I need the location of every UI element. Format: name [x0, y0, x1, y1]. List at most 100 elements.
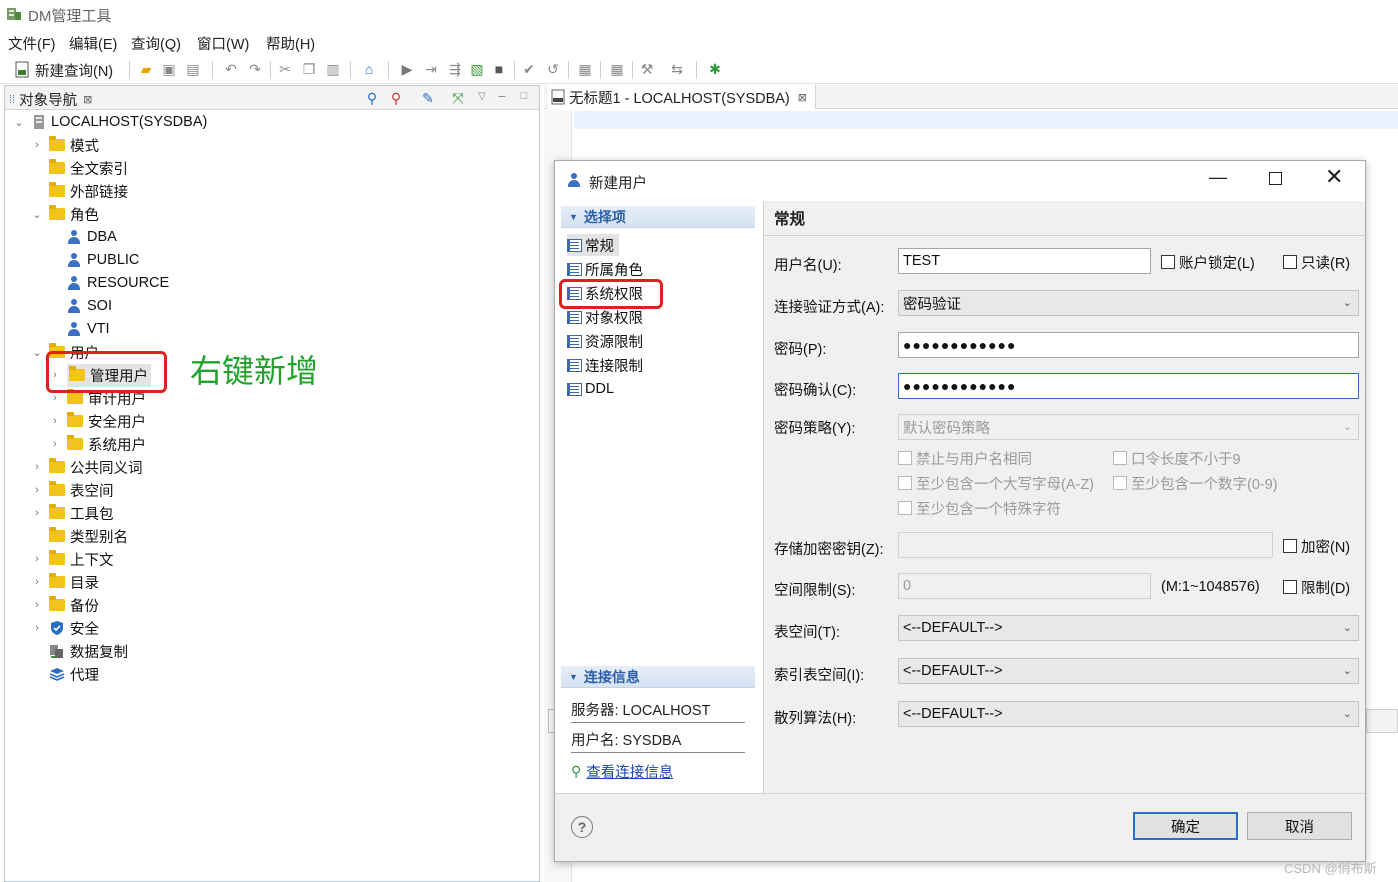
redo-icon[interactable]: ↷	[246, 60, 264, 78]
expand-chevron-icon[interactable]: ›	[49, 415, 61, 427]
debug-bug-icon[interactable]: ✱	[706, 60, 724, 78]
expand-chevron-icon[interactable]: ›	[31, 599, 43, 611]
nav-general[interactable]: 常规	[567, 234, 619, 256]
tree-item-synonym[interactable]: › 公共同义词	[31, 456, 143, 478]
close-tab-icon[interactable]: ⊠	[798, 91, 807, 104]
encryption-key-input[interactable]	[898, 532, 1273, 558]
view-menu-icon[interactable]: ▽	[473, 87, 491, 105]
expand-chevron-icon[interactable]: ›	[31, 576, 43, 588]
save-all-icon[interactable]: ▤	[184, 60, 202, 78]
minimize-panel-icon[interactable]: −	[493, 87, 511, 105]
username-input[interactable]: TEST	[898, 248, 1151, 274]
index-tablespace-select[interactable]: <--DEFAULT--> ⌄	[898, 658, 1359, 684]
collapse-chevron-icon[interactable]: ⌄	[31, 208, 43, 221]
cancel-button[interactable]: 取消	[1247, 812, 1352, 840]
section-select-header[interactable]: ▼ 选择项	[561, 206, 755, 228]
save-icon[interactable]: ▣	[160, 60, 178, 78]
nav-ddl[interactable]: DDL	[567, 378, 614, 400]
editor-tab[interactable]: 无标题1 - LOCALHOST(SYSDBA) ⊠	[548, 85, 816, 109]
auth-method-select[interactable]: 密码验证 ⌄	[898, 290, 1359, 316]
connect-icon[interactable]: ⚲	[363, 89, 381, 107]
policy-no-same-name-checkbox[interactable]: 禁止与用户名相同	[898, 448, 1032, 468]
policy-digit-checkbox[interactable]: 至少包含一个数字(0-9)	[1113, 473, 1278, 493]
run-step-icon[interactable]: ⇥	[422, 60, 440, 78]
tree-item-replication[interactable]: 数据复制	[31, 640, 128, 662]
stop-icon[interactable]: ■	[490, 60, 508, 78]
tool-icon[interactable]: ⚒	[638, 60, 656, 78]
open-folder-icon[interactable]: ▰	[137, 60, 155, 78]
collapse-chevron-icon[interactable]: ⌄	[13, 116, 25, 129]
policy-min-length-checkbox[interactable]: 口令长度不小于9	[1113, 448, 1241, 468]
tree-item-dblink[interactable]: 外部链接	[31, 180, 128, 202]
section-conn-header[interactable]: ▼ 连接信息	[561, 666, 755, 688]
tree-item-security-user[interactable]: › 安全用户	[49, 410, 146, 432]
expand-chevron-icon[interactable]: ›	[31, 507, 43, 519]
tree-item-backup[interactable]: › 备份	[31, 594, 99, 616]
tree-item-vti[interactable]: VTI	[67, 318, 110, 340]
expand-icon[interactable]: ⤧	[449, 89, 467, 107]
tree-item-schema[interactable]: › 模式	[31, 134, 99, 156]
ok-button[interactable]: 确定	[1133, 812, 1238, 840]
paste-icon[interactable]: ▥	[324, 60, 342, 78]
tree-item-package[interactable]: › 工具包	[31, 502, 114, 524]
edit-icon[interactable]: ✎	[419, 89, 437, 107]
space-limit-input[interactable]: 0	[898, 573, 1151, 599]
cut-icon[interactable]: ✂	[276, 60, 294, 78]
password-policy-select[interactable]: 默认密码策略 ⌄	[898, 414, 1359, 440]
tree-item-agent[interactable]: 代理	[31, 663, 99, 685]
close-icon[interactable]: ✕	[1325, 166, 1343, 188]
expand-chevron-icon[interactable]: ›	[31, 484, 43, 496]
tree-item-soi[interactable]: SOI	[67, 295, 112, 317]
expand-chevron-icon[interactable]: ›	[49, 392, 61, 404]
tree-item-type-alias[interactable]: 类型别名	[31, 525, 128, 547]
expand-chevron-icon[interactable]: ›	[31, 139, 43, 151]
tree-item-fulltext[interactable]: 全文索引	[31, 157, 128, 179]
tree-item-public[interactable]: PUBLIC	[67, 249, 139, 271]
menu-help[interactable]: 帮助(H)	[266, 33, 315, 54]
tree-item-resource[interactable]: RESOURCE	[67, 272, 169, 294]
maximize-icon[interactable]	[1269, 172, 1282, 185]
expand-chevron-icon[interactable]: ›	[31, 553, 43, 565]
editor-current-line[interactable]	[574, 111, 1398, 129]
menu-window[interactable]: 窗口(W)	[197, 33, 249, 54]
maximize-panel-icon[interactable]: □	[515, 87, 533, 105]
expand-chevron-icon[interactable]: ›	[31, 622, 43, 634]
account-lock-checkbox[interactable]: 账户锁定(L)	[1161, 252, 1255, 272]
navigator-tab[interactable]: ⁞⁞ 对象导航 ⊠	[9, 89, 92, 110]
tree-item-dba[interactable]: DBA	[67, 226, 117, 248]
close-tab-icon[interactable]: ⊠	[83, 93, 92, 106]
format-icon[interactable]: ⇆	[668, 60, 686, 78]
help-icon[interactable]: ?	[571, 816, 593, 838]
tree-server-node[interactable]: ⌄ LOCALHOST(SYSDBA)	[13, 111, 207, 133]
policy-special-char-checkbox[interactable]: 至少包含一个特殊字符	[898, 498, 1061, 518]
tablespace-select[interactable]: <--DEFAULT--> ⌄	[898, 615, 1359, 641]
undo-icon[interactable]: ↶	[222, 60, 240, 78]
tree-item-security[interactable]: › 安全	[31, 617, 99, 639]
collapse-chevron-icon[interactable]: ⌄	[31, 346, 43, 359]
nav-resource-limits[interactable]: 资源限制	[567, 330, 643, 352]
password-input[interactable]: ●●●●●●●●●●●●	[898, 332, 1359, 358]
tree-item-system-user[interactable]: › 系统用户	[49, 433, 146, 455]
rollback-icon[interactable]: ↺	[544, 60, 562, 78]
commit-icon[interactable]: ✔	[520, 60, 538, 78]
hash-algorithm-select[interactable]: <--DEFAULT--> ⌄	[898, 701, 1359, 727]
explain-icon[interactable]: ⇶	[446, 60, 464, 78]
readonly-checkbox[interactable]: 只读(R)	[1283, 252, 1350, 272]
confirm-password-input[interactable]: ●●●●●●●●●●●●	[898, 373, 1359, 399]
tree-item-role[interactable]: ⌄ 角色	[31, 203, 99, 225]
expand-chevron-icon[interactable]: ›	[31, 461, 43, 473]
grid-icon[interactable]: ▦	[576, 60, 594, 78]
tree-item-tablespace[interactable]: › 表空间	[31, 479, 114, 501]
menu-query[interactable]: 查询(Q)	[131, 33, 181, 54]
nav-object-privileges[interactable]: 对象权限	[567, 306, 643, 328]
grid2-icon[interactable]: ▦	[608, 60, 626, 78]
disconnect-icon[interactable]: ⚲	[387, 89, 405, 107]
nav-roles[interactable]: 所属角色	[567, 258, 643, 280]
menu-file[interactable]: 文件(F)	[8, 33, 56, 54]
encrypt-checkbox[interactable]: 加密(N)	[1283, 536, 1350, 556]
export-icon[interactable]: ▧	[468, 60, 486, 78]
tree-item-context[interactable]: › 上下文	[31, 548, 114, 570]
policy-uppercase-checkbox[interactable]: 至少包含一个大写字母(A-Z)	[898, 473, 1094, 493]
menu-edit[interactable]: 编辑(E)	[69, 33, 117, 54]
nav-connection-limits[interactable]: 连接限制	[567, 354, 643, 376]
